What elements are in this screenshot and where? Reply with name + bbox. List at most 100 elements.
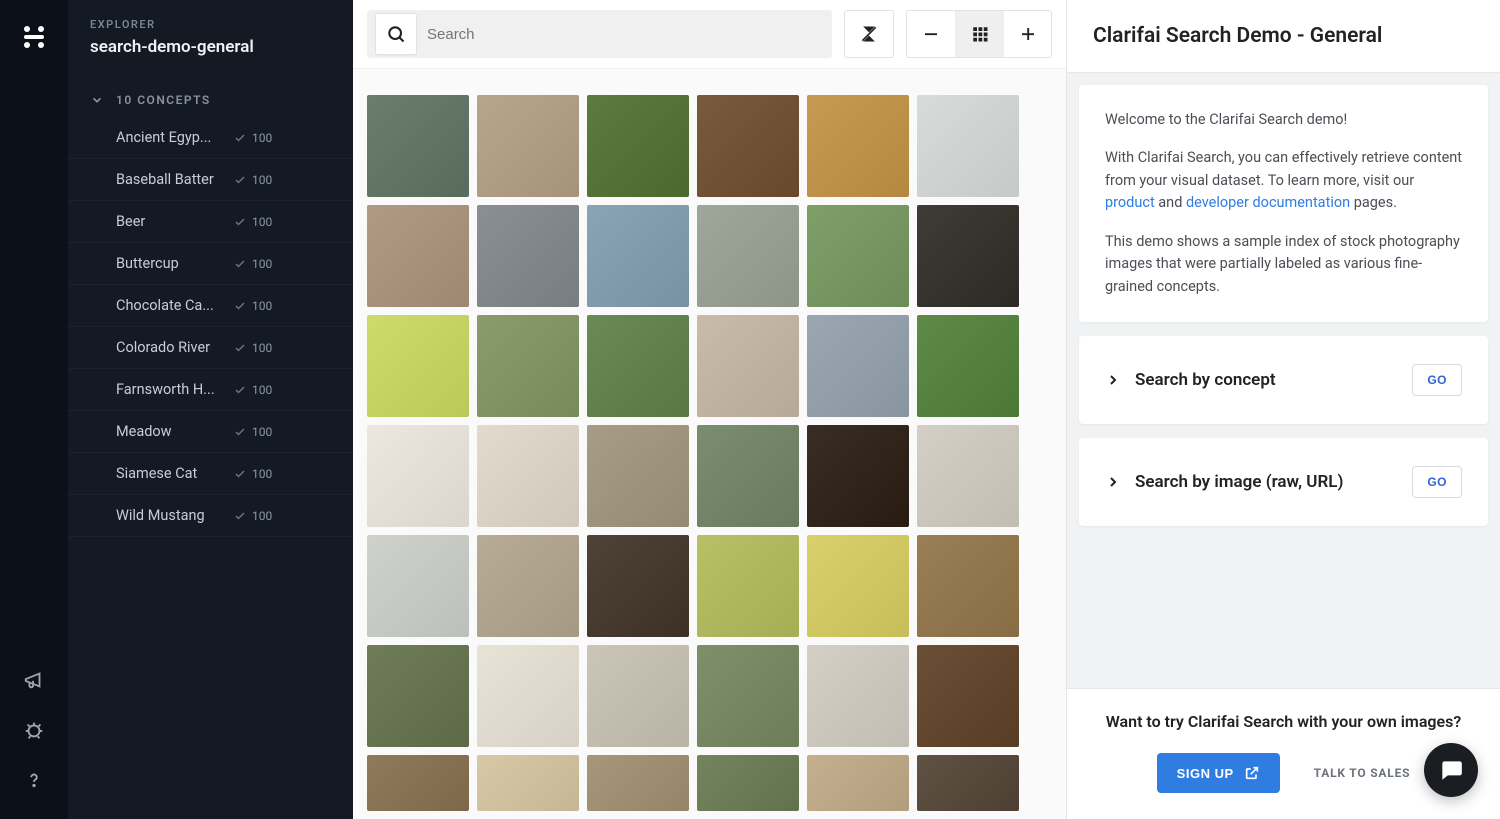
image-tile[interactable] (587, 425, 689, 527)
image-tile[interactable] (917, 205, 1019, 307)
image-tile[interactable] (807, 755, 909, 811)
image-tile[interactable] (477, 425, 579, 527)
zoom-out-button[interactable] (907, 11, 955, 57)
image-tile[interactable] (477, 205, 579, 307)
grid-view-button[interactable] (955, 11, 1003, 57)
concept-item[interactable]: Beer 100 (68, 201, 353, 243)
image-tile[interactable] (697, 205, 799, 307)
image-tile[interactable] (587, 755, 689, 811)
concept-item[interactable]: Wild Mustang 100 (68, 495, 353, 537)
image-tile[interactable] (367, 645, 469, 747)
intro-card: Welcome to the Clarifai Search demo! Wit… (1079, 85, 1488, 322)
image-tile[interactable] (807, 315, 909, 417)
image-tile[interactable] (367, 755, 469, 811)
image-tile[interactable] (477, 95, 579, 197)
concepts-toggle[interactable]: 10 CONCEPTS (68, 71, 353, 117)
image-tile[interactable] (477, 315, 579, 417)
chat-launcher[interactable] (1424, 743, 1478, 797)
image-tile[interactable] (697, 425, 799, 527)
image-tile[interactable] (587, 205, 689, 307)
talk-to-sales-link[interactable]: TALK TO SALES (1314, 766, 1411, 780)
panel-title: Clarifai Search Demo - General (1067, 0, 1500, 73)
image-grid (367, 95, 1052, 811)
check-icon (234, 132, 246, 144)
go-button[interactable]: GO (1412, 364, 1462, 396)
image-tile[interactable] (367, 205, 469, 307)
image-tile[interactable] (917, 425, 1019, 527)
chevron-right-icon (1105, 474, 1121, 490)
developer-docs-link[interactable]: developer documentation (1186, 194, 1350, 211)
concept-item[interactable]: Colorado River 100 (68, 327, 353, 369)
intro-paragraph-3: This demo shows a sample index of stock … (1105, 231, 1462, 298)
image-tile[interactable] (807, 645, 909, 747)
sidebar-header: EXPLORER search-demo-general (68, 0, 353, 71)
image-tile[interactable] (587, 645, 689, 747)
concept-name: Buttercup (116, 255, 234, 272)
image-tile[interactable] (917, 535, 1019, 637)
image-tile[interactable] (807, 535, 909, 637)
image-tile[interactable] (477, 645, 579, 747)
sidebar-title: search-demo-general (90, 37, 331, 57)
image-tile[interactable] (587, 535, 689, 637)
image-tile[interactable] (367, 425, 469, 527)
action-title: Search by concept (1135, 370, 1276, 390)
image-tile[interactable] (917, 95, 1019, 197)
concept-name: Baseball Batter (116, 171, 234, 188)
concept-item[interactable]: Farnsworth H... 100 (68, 369, 353, 411)
image-tile[interactable] (697, 315, 799, 417)
search-input[interactable] (427, 10, 824, 58)
image-tile[interactable] (587, 95, 689, 197)
image-tile[interactable] (367, 95, 469, 197)
action-card-header[interactable]: Search by concept (1105, 370, 1276, 390)
brand-logo (19, 22, 49, 52)
bug-report-icon[interactable] (23, 719, 45, 741)
intro-paragraph-2: With Clarifai Search, you can effectivel… (1105, 147, 1462, 214)
image-tile[interactable] (477, 755, 579, 811)
concept-name: Chocolate Ca... (116, 297, 234, 314)
check-icon (234, 426, 246, 438)
image-tile[interactable] (367, 315, 469, 417)
concept-count: 100 (252, 341, 272, 355)
image-tile[interactable] (917, 755, 1019, 811)
announcements-icon[interactable] (23, 669, 45, 691)
action-card-header[interactable]: Search by image (raw, URL) (1105, 472, 1343, 492)
check-icon (234, 510, 246, 522)
image-tile[interactable] (917, 645, 1019, 747)
image-tile[interactable] (807, 425, 909, 527)
sign-up-button[interactable]: SIGN UP (1157, 753, 1280, 793)
concept-item[interactable]: Ancient Egyp... 100 (68, 117, 353, 159)
filter-toggle-button[interactable] (845, 11, 893, 57)
check-icon (234, 342, 246, 354)
right-panel: Clarifai Search Demo - General Welcome t… (1066, 0, 1500, 819)
concept-count: 100 (252, 257, 272, 271)
image-tile[interactable] (477, 535, 579, 637)
image-tile[interactable] (807, 205, 909, 307)
image-tile[interactable] (587, 315, 689, 417)
image-grid-scroll[interactable] (353, 69, 1066, 819)
nav-rail (0, 0, 68, 819)
concept-item[interactable]: Siamese Cat 100 (68, 453, 353, 495)
concept-item[interactable]: Buttercup 100 (68, 243, 353, 285)
image-tile[interactable] (917, 315, 1019, 417)
image-tile[interactable] (697, 95, 799, 197)
concept-name: Meadow (116, 423, 234, 440)
image-tile[interactable] (697, 535, 799, 637)
check-icon (234, 174, 246, 186)
toolbar (353, 0, 1066, 69)
concept-name: Ancient Egyp... (116, 129, 234, 146)
search-button[interactable] (375, 13, 417, 55)
product-link[interactable]: product (1105, 194, 1155, 211)
concept-item[interactable]: Chocolate Ca... 100 (68, 285, 353, 327)
filter-group (844, 10, 894, 58)
image-tile[interactable] (697, 645, 799, 747)
help-icon[interactable] (23, 769, 45, 791)
concept-item[interactable]: Meadow 100 (68, 411, 353, 453)
intro-paragraph-1: Welcome to the Clarifai Search demo! (1105, 109, 1462, 131)
concept-item[interactable]: Baseball Batter 100 (68, 159, 353, 201)
image-tile[interactable] (807, 95, 909, 197)
zoom-in-button[interactable] (1003, 11, 1051, 57)
image-tile[interactable] (697, 755, 799, 811)
concept-count: 100 (252, 173, 272, 187)
image-tile[interactable] (367, 535, 469, 637)
go-button[interactable]: GO (1412, 466, 1462, 498)
